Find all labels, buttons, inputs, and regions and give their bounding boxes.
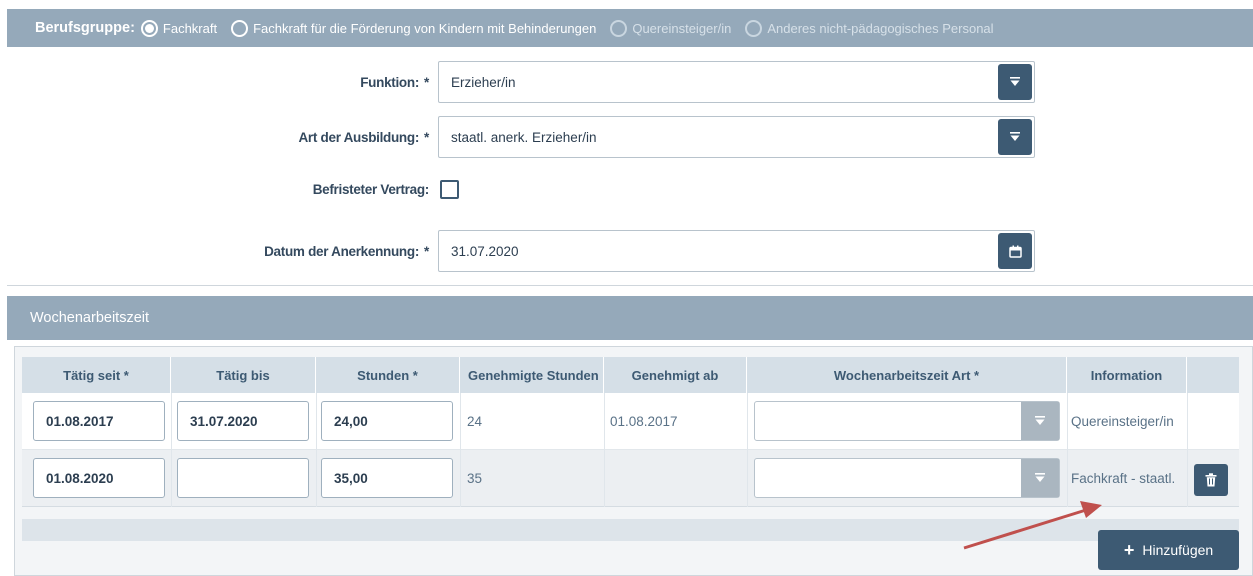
radio-fachkraft-foerderung[interactable]: Fachkraft für die Förderung von Kindern …: [231, 19, 597, 37]
befristet-label: Befristeter Vertrag:: [312, 181, 430, 197]
taetig-bis-input[interactable]: [177, 458, 309, 498]
information-text: Quereinsteiger/in: [1071, 414, 1174, 429]
radio-label: Quereinsteiger/in: [632, 20, 732, 36]
table-footer: [22, 519, 1239, 541]
col-taetig-seit: Tätig seit *: [22, 357, 171, 393]
col-taetig-bis: Tätig bis: [171, 357, 316, 393]
ausbildung-value: staatl. anerk. Erzieher/in: [451, 129, 597, 145]
chevron-down-icon: [1010, 77, 1020, 86]
funktion-select[interactable]: Erzieher/in: [438, 61, 1035, 103]
art-select[interactable]: [754, 458, 1060, 498]
befristet-row: Befristeter Vertrag:: [0, 168, 1253, 210]
radio-icon: [745, 19, 763, 37]
radio-selected-icon: [140, 19, 158, 37]
wochenarbeitszeit-header: Wochenarbeitszeit: [7, 296, 1253, 340]
anerkennung-label: Datum der Anerkennung: *: [264, 243, 429, 259]
trash-icon: [1205, 473, 1217, 487]
radio-icon: [610, 19, 628, 37]
funktion-label: Funktion: *: [360, 74, 429, 90]
ausbildung-select[interactable]: staatl. anerk. Erzieher/in: [438, 116, 1035, 158]
genehmigte-stunden: 24: [467, 414, 483, 429]
genehmigte-stunden: 35: [467, 471, 483, 486]
plus-icon: +: [1123, 539, 1135, 560]
divider: [7, 285, 1253, 286]
calendar-icon: [1008, 245, 1022, 258]
taetig-seit-input[interactable]: 01.08.2017: [33, 401, 165, 441]
col-genehmigt-ab: Genehmigt ab: [604, 357, 747, 393]
col-stunden: Stunden *: [316, 357, 460, 393]
funktion-value: Erzieher/in: [451, 74, 516, 90]
taetig-bis-input[interactable]: 31.07.2020: [177, 401, 309, 441]
anerkennung-row: Datum der Anerkennung: * 31.07.2020: [0, 230, 1253, 272]
delete-row-button[interactable]: [1194, 464, 1228, 496]
radio-label: Fachkraft für die Förderung von Kindern …: [253, 20, 597, 36]
radio-label: Fachkraft: [162, 20, 218, 36]
section-title: Wochenarbeitszeit: [30, 310, 150, 326]
dropdown-button[interactable]: [1021, 402, 1059, 440]
radio-label: Anderes nicht-pädagogisches Personal: [767, 20, 994, 36]
calendar-button[interactable]: [998, 233, 1032, 269]
berufsgruppe-bar: Berufsgruppe: Fachkraft Fachkraft für di…: [7, 9, 1253, 47]
art-select[interactable]: [754, 401, 1060, 441]
information-text: Fachkraft - staatl.: [1071, 471, 1176, 486]
dropdown-button[interactable]: [1021, 459, 1059, 497]
funktion-row: Funktion: * Erzieher/in: [0, 61, 1253, 103]
col-actions: [1187, 357, 1239, 393]
col-information: Information: [1067, 357, 1187, 393]
add-label: Hinzufügen: [1142, 542, 1214, 558]
anerkennung-date-input[interactable]: 31.07.2020: [438, 230, 1035, 272]
chevron-down-icon: [1035, 416, 1045, 425]
dropdown-button[interactable]: [998, 64, 1032, 100]
genehmigt-ab: 01.08.2017: [610, 414, 678, 429]
radio-quereinsteiger: Quereinsteiger/in: [610, 19, 732, 37]
col-art: Wochenarbeitszeit Art *: [747, 357, 1067, 393]
stunden-input[interactable]: 24,00: [321, 401, 453, 441]
taetig-seit-input[interactable]: 01.08.2020: [33, 458, 165, 498]
berufsgruppe-label: Berufsgruppe:: [35, 20, 135, 36]
dropdown-button[interactable]: [998, 119, 1032, 155]
ausbildung-label: Art der Ausbildung: *: [298, 129, 429, 145]
befristet-checkbox[interactable]: [440, 180, 459, 199]
radio-fachkraft[interactable]: Fachkraft: [140, 19, 218, 37]
chevron-down-icon: [1010, 132, 1020, 141]
radio-icon: [231, 19, 249, 37]
radio-anderes-personal: Anderes nicht-pädagogisches Personal: [745, 19, 994, 37]
stunden-input[interactable]: 35,00: [321, 458, 453, 498]
anerkennung-value: 31.07.2020: [451, 243, 519, 259]
ausbildung-row: Art der Ausbildung: * staatl. anerk. Erzi…: [0, 116, 1253, 158]
add-button[interactable]: + Hinzufügen: [1098, 530, 1239, 570]
col-genehmigte-stunden: Genehmigte Stunden: [460, 357, 604, 393]
chevron-down-icon: [1035, 473, 1045, 482]
genehmigt-ab: [610, 450, 745, 507]
